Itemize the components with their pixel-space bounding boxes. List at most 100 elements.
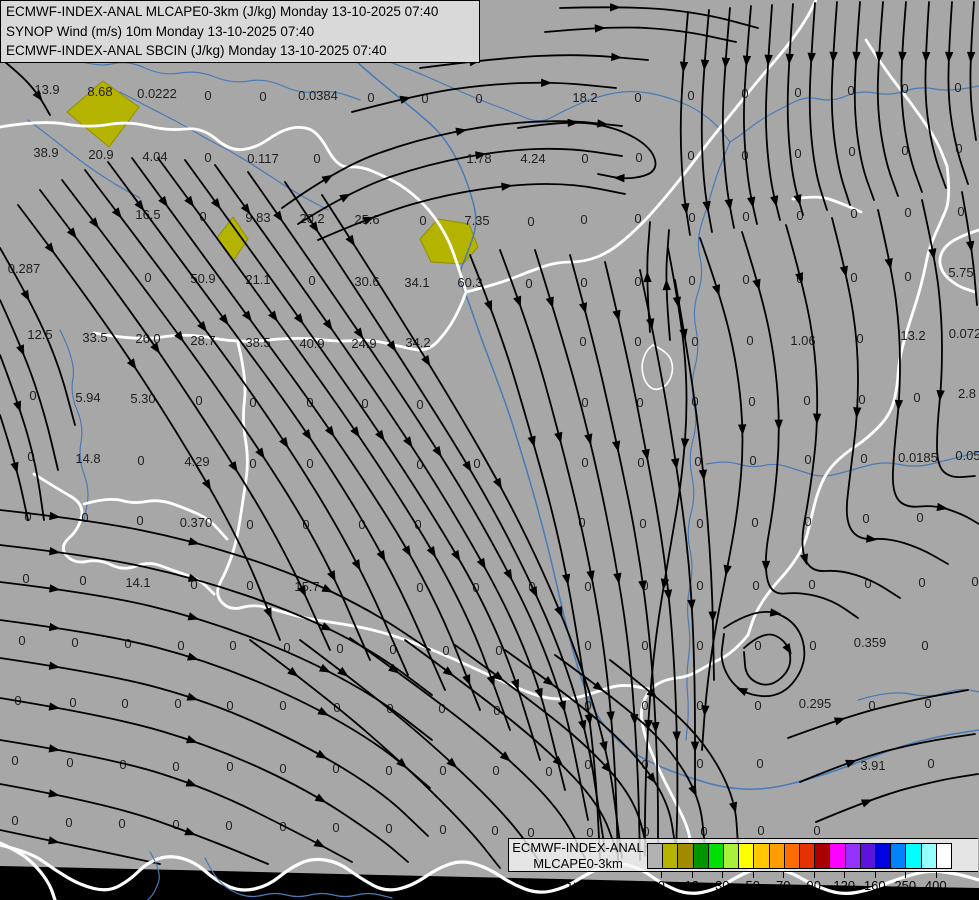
wind-arrowhead [752,278,761,291]
wind-arrowhead [279,436,289,449]
grid-value-label: 0 [916,510,923,525]
wind-arrowhead [48,702,61,711]
colorbar-cell [829,844,845,868]
wind-arrowhead [455,127,468,136]
grid-value-label: 13.2 [900,328,925,343]
colorbar-cell [692,844,708,868]
wind-arrowhead [345,234,355,247]
grid-value-label: 0 [195,393,202,408]
weather-workstation-screen: 13.9 8.68 0.0222 0 0 0.0384 0 0 0 18.2 0 0 0 0 0 0 0 38.9… [0,0,979,900]
wind-arrowhead [376,550,386,562]
wind-arrowhead [646,772,657,784]
grid-value-label: 0 [957,204,964,219]
rivers-layer [27,0,979,790]
wind-arrowhead [542,676,555,686]
colorbar-legend: ECMWF-INDEX-ANAL MLCAPE0-3km J/kg 0 12 30 5… [508,838,979,900]
grid-value-label: 0 [813,823,820,838]
grid-value-label: 0 [225,818,232,833]
grid-value-label: 0 [367,90,374,105]
grid-value-label: 0 [79,573,86,588]
wind-arrowhead [421,355,431,367]
grid-value-label: 0 [259,89,266,104]
grid-value-label: 0 [580,275,587,290]
grid-value-label: 0 [794,85,801,100]
grid-value-label: 0 [439,763,446,778]
grid-value-label: 0 [416,580,423,595]
grid-value-label: 4.04 [142,149,167,164]
wind-arrowhead [403,436,413,448]
wind-streamline [0,657,429,837]
legend-tick [752,871,754,878]
weather-map: 13.9 8.68 0.0222 0 0 0.0384 0 0 0 18.2 0 0 0 0 0 0 038.9… [0,0,979,900]
wind-arrowhead [48,622,61,632]
wind-arrowhead [785,53,794,65]
grid-value-label: 0 [687,88,694,103]
wind-arrowhead [687,599,696,611]
grid-value-label: 18.2 [572,90,597,105]
wind-arrowhead [670,458,680,470]
wind-arrowhead [708,611,717,623]
grid-value-label: 0 [29,388,36,403]
grid-value-label: 0.0185 [898,450,938,465]
wind-streamline [609,659,739,846]
wind-arrowhead [66,227,77,239]
colorbar-cell [677,844,693,868]
colorbar [647,843,952,869]
wind-arrowhead [613,173,625,183]
wind-arrowhead [723,564,732,577]
grid-value-label: 0 [204,88,211,103]
wind-streamline [249,639,501,869]
wind-streamline [743,633,792,686]
wind-streamline [0,581,433,741]
wind-arrowhead [812,413,822,425]
wind-arrowhead [688,784,697,797]
wind-arrowhead [386,340,397,352]
grid-value-label: 0 [279,761,286,776]
grid-value-label: 0 [65,815,72,830]
wind-arrowhead [111,207,122,219]
wind-arrowhead [554,431,563,444]
grid-value-label: 0 [696,756,703,771]
wind-arrowhead [578,302,588,314]
wind-streamline [297,147,623,225]
grid-value-label: 0 [927,756,934,771]
colorbar-cell [707,844,724,868]
wind-arrowhead [187,612,200,621]
colorbar-cell [814,844,830,868]
grid-value-label: 0 [81,510,88,525]
wind-streamline [830,1,851,206]
wind-streamline [0,619,431,789]
grid-value-label: 0 [742,209,749,224]
wind-arrowhead [315,749,328,759]
grid-value-label: 0 [172,817,179,832]
grid-value-label: 0 [419,213,426,228]
wind-arrowhead [327,570,336,582]
legend-titles: ECMWF-INDEX-ANAL MLCAPE0-3km [511,840,645,872]
grid-value-label: 0 [850,206,857,221]
wind-arrowhead [317,706,330,716]
wind-arrowhead [807,52,816,64]
colorbar-cell [768,844,784,868]
wind-arrowhead [184,195,195,208]
wind-arrowhead [255,447,265,459]
grid-value-label: 0 [904,269,911,284]
wind-arrowhead [737,424,747,436]
grid-value-label: 0 [635,150,642,165]
wind-arrowhead [643,271,652,283]
grid-value-label: 0 [584,638,591,653]
colorbar-cell [935,844,952,868]
grid-value-label: 0 [918,575,925,590]
grid-value-label: 0 [136,513,143,528]
wind-arrowhead [557,700,566,713]
wind-arrowhead [672,731,681,743]
wind-streamline [214,164,566,791]
wind-arrowhead [484,300,493,312]
grid-value-label: 0 [696,578,703,593]
wind-streamline [808,2,828,211]
wind-arrowhead [126,358,137,370]
grid-value-label: 0 [306,456,313,471]
wind-arrowhead [702,200,711,213]
wind-arrowhead [609,3,621,12]
wind-arrowhead [48,789,60,798]
grid-value-label: 16.5 [135,207,160,222]
